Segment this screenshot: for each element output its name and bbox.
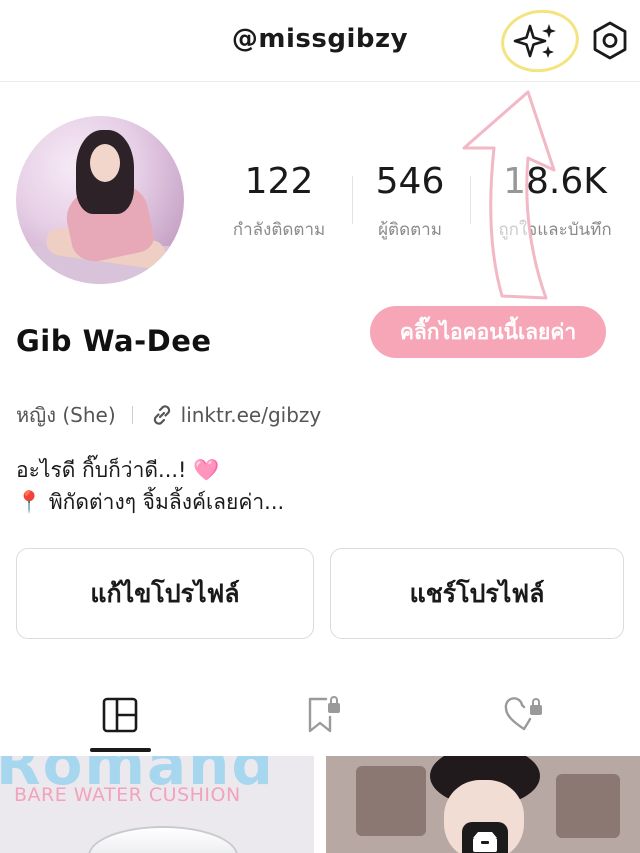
- stat-followers[interactable]: 546 ผู้ติดตาม: [360, 160, 460, 243]
- grid-posts-icon: [102, 697, 138, 733]
- link-icon: [153, 405, 170, 425]
- stat-divider: [352, 176, 353, 224]
- profile-meta-row: หญิง (She) linktr.ee/gibzy: [16, 400, 321, 430]
- tab-saved[interactable]: [297, 690, 347, 740]
- post-overlay-text: BARE WATER CUSHION: [14, 784, 241, 806]
- post-thumbnail[interactable]: [326, 756, 640, 853]
- bio-line-2: 📍 พิกัดต่างๆ จิ้มลิ้งค์เลยค่า...: [16, 486, 284, 518]
- edit-profile-button[interactable]: แก้ไขโปรไฟล์: [16, 548, 314, 639]
- box-badge-icon: [462, 822, 508, 853]
- post-image-detail: [356, 766, 426, 836]
- liked-locked-icon: [504, 697, 542, 731]
- active-tab-indicator: [90, 748, 151, 752]
- heart-emoji-icon: 🩷: [193, 458, 220, 482]
- pin-emoji-icon: 📍: [16, 490, 43, 514]
- bio-line-1-text: อะไรดี กิ๊บก็ว่าดี...!: [16, 458, 187, 482]
- stat-following[interactable]: 122 กำลังติดตาม: [220, 160, 338, 243]
- bio-line-2-text: พิกัดต่างๆ จิ้มลิ้งค์เลยค่า...: [48, 490, 285, 514]
- tab-posts[interactable]: [95, 690, 145, 740]
- cushion-product-image: [88, 826, 238, 853]
- bio-line-1: อะไรดี กิ๊บก็ว่าดี...! 🩷: [16, 454, 284, 486]
- stat-followers-label: ผู้ติดตาม: [378, 220, 442, 240]
- sparkles-icon[interactable]: [508, 16, 566, 66]
- saved-locked-icon: [308, 696, 340, 733]
- display-name: Gib Wa-Dee: [16, 324, 212, 358]
- profile-bio: อะไรดี กิ๊บก็ว่าดี...! 🩷 📍 พิกัดต่างๆ จิ…: [16, 454, 284, 518]
- stat-following-label: กำลังติดตาม: [232, 220, 326, 240]
- meta-separator: [131, 406, 133, 424]
- profile-avatar[interactable]: [16, 116, 184, 284]
- profile-link-text: linktr.ee/gibzy: [180, 403, 322, 427]
- post-thumbnail[interactable]: Romand BARE WATER CUSHION: [0, 756, 314, 853]
- share-profile-button[interactable]: แชร์โปรไฟล์: [330, 548, 624, 639]
- stat-following-value: 122: [244, 161, 314, 202]
- settings-icon[interactable]: [590, 20, 630, 62]
- top-bar: @missgibzy: [0, 0, 640, 82]
- profile-link[interactable]: linktr.ee/gibzy: [149, 402, 322, 428]
- arrow-annotation-icon: [462, 90, 556, 300]
- post-image-detail: [556, 774, 620, 838]
- stat-followers-value: 546: [375, 161, 445, 202]
- callout-pill: คลิ๊กไอคอนนี้เลยค่า: [370, 306, 606, 358]
- tab-liked[interactable]: [499, 690, 549, 740]
- pronoun-text: หญิง (She): [16, 403, 116, 427]
